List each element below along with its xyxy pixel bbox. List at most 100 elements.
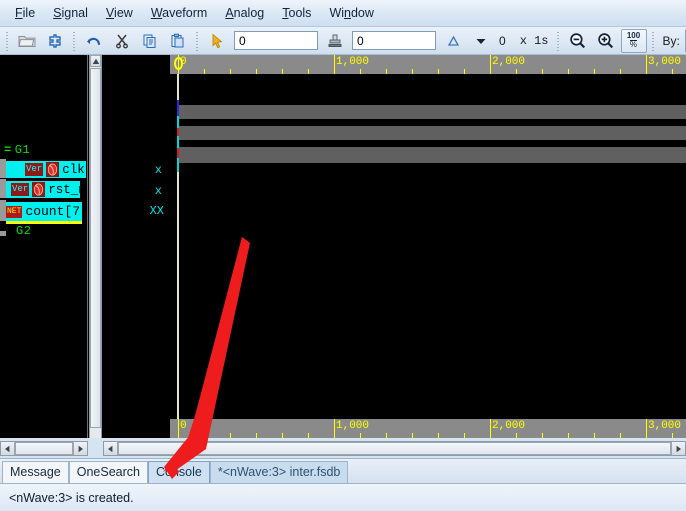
ruler-label-2000: 2,000 <box>492 56 526 68</box>
vertical-scroll-thumb[interactable] <box>90 68 101 428</box>
menu-signal[interactable]: Signal <box>44 2 97 24</box>
row-resize-grip[interactable] <box>0 231 6 236</box>
tab-message[interactable]: Message <box>2 461 69 483</box>
zoom-100-bottom: % <box>629 40 638 49</box>
menu-view-label: iew <box>114 6 133 20</box>
horizontal-scroll-track[interactable] <box>118 442 671 455</box>
toolbar-grip-2[interactable] <box>71 30 78 51</box>
row-resize-grip[interactable] <box>0 200 6 204</box>
delta-dropdown-icon[interactable] <box>468 29 494 53</box>
scroll-left-button[interactable] <box>1 442 15 455</box>
horizontal-scroll-track[interactable] <box>15 442 73 455</box>
menu-waveform-label: aveform <box>162 6 208 20</box>
horizontal-scroll-thumb[interactable] <box>15 442 73 455</box>
signal-badge-ver: Ver <box>11 183 30 196</box>
signal-row-rst-n[interactable]: Ver rst_n <box>0 181 86 198</box>
waveform-area: = G1 Ver clk Ver rst_n NET count[7:0] G2… <box>0 55 686 438</box>
ruler-label-1000: 1,000 <box>336 56 370 68</box>
waveform-trace-clk[interactable] <box>179 105 686 119</box>
delta-triangle-icon[interactable] <box>440 29 466 53</box>
egg-signal-icon <box>32 182 46 197</box>
zoom-out-icon[interactable] <box>565 29 591 53</box>
cursor-time-input[interactable] <box>234 31 318 50</box>
reload-waveform-icon[interactable] <box>42 29 68 53</box>
tab-onesearch[interactable]: OneSearch <box>68 461 148 483</box>
scroll-right-button[interactable] <box>73 442 87 455</box>
signal-indent <box>6 181 10 198</box>
menu-window[interactable]: Window <box>320 2 382 24</box>
menu-file[interactable]: File <box>6 2 44 24</box>
group-label-g1: G1 <box>14 143 31 157</box>
row-resize-grip[interactable] <box>0 179 6 183</box>
row-resize-grip[interactable] <box>0 159 6 163</box>
console-output-panel[interactable]: <nWave:3> is created. <box>0 483 686 511</box>
signal-row-clk[interactable]: Ver clk <box>0 161 86 178</box>
signal-badge-ver: Ver <box>25 163 44 176</box>
signal-value-count: XX <box>149 204 164 218</box>
toolbar-grip-5[interactable] <box>649 30 657 51</box>
by-label: By: <box>662 33 680 48</box>
ruler-label-3000-bottom: 3,000 <box>648 420 682 432</box>
menu-waveform[interactable]: Waveform <box>142 2 217 24</box>
waveform-canvas[interactable]: 0 1,000 2,000 3,000 0 1,000 2,000 3,000 <box>170 55 686 438</box>
waveform-trace-count[interactable] <box>179 147 686 163</box>
group-row-g1[interactable]: = G1 <box>4 143 30 157</box>
pointer-cursor-icon[interactable] <box>204 29 230 53</box>
time-ruler-top[interactable]: 0 1,000 2,000 3,000 <box>170 55 686 74</box>
undo-icon[interactable] <box>81 29 107 53</box>
horizontal-scroll-thumb[interactable] <box>118 442 671 455</box>
signal-value-pane[interactable]: x x XX <box>103 55 170 438</box>
cut-icon[interactable] <box>109 29 135 53</box>
signal-row-count[interactable]: NET count[7:0] <box>0 202 103 221</box>
toolbar-grip-1[interactable] <box>4 30 11 51</box>
time-unit-label: x 1s <box>519 33 549 48</box>
name-pane-horizontal-scrollbar[interactable] <box>0 441 88 456</box>
zoom-in-icon[interactable] <box>593 29 619 53</box>
menu-view[interactable]: View <box>97 2 142 24</box>
marker-time-input[interactable] <box>352 31 436 50</box>
signal-badge-net: NET <box>6 205 23 218</box>
menu-analog-label: nalog <box>233 6 265 20</box>
tab-console[interactable]: Console <box>147 461 210 483</box>
zoom-100-percent-icon[interactable]: 100 % <box>620 28 647 53</box>
signal-name-rst-n: rst_n <box>48 182 86 197</box>
waveform-trace-rst-n[interactable] <box>179 126 686 140</box>
paste-icon[interactable] <box>165 29 191 53</box>
zoom-100-top: 100 <box>626 31 641 40</box>
menu-window-label: dow <box>350 6 374 20</box>
ruler-label-2000-bottom: 2,000 <box>492 420 526 432</box>
toolbar-grip-4[interactable] <box>554 30 562 51</box>
menu-file-label: ile <box>22 6 36 20</box>
menu-tools-label: ools <box>288 6 312 20</box>
scroll-up-button[interactable] <box>90 55 101 67</box>
group-row-g2[interactable]: G2 <box>16 224 31 238</box>
menu-tools[interactable]: Tools <box>273 2 320 24</box>
signal-name-pane[interactable]: = G1 Ver clk Ver rst_n NET count[7:0] G2 <box>0 55 103 438</box>
copy-icon[interactable] <box>137 29 163 53</box>
open-folder-icon[interactable] <box>14 29 40 53</box>
signal-value-rst-n: x <box>154 184 162 198</box>
console-message: <nWave:3> is created. <box>9 490 134 505</box>
cursor-handle[interactable] <box>174 57 183 70</box>
cursor-line-segment <box>177 172 179 422</box>
group-expand-marker[interactable]: = <box>4 143 12 157</box>
menu-analog[interactable]: Analog <box>216 2 273 24</box>
signal-value-clk: x <box>154 163 162 177</box>
cursor-line-segment <box>177 74 179 100</box>
scroll-right-button[interactable] <box>671 442 685 455</box>
egg-signal-icon <box>46 162 60 177</box>
menu-signal-label: ignal <box>61 6 88 20</box>
ruler-label-0-bottom: 0 <box>180 420 187 432</box>
nwave-window: File Signal View Waveform Analog Tools W… <box>0 0 686 511</box>
toolbar-grip-3[interactable] <box>194 30 201 51</box>
main-toolbar: 0 x 1s 100 % By: <box>0 27 686 55</box>
group-label-g2: G2 <box>16 224 32 238</box>
delta-value: 0 <box>499 33 506 48</box>
signal-pane-vertical-scrollbar[interactable] <box>89 55 102 438</box>
ruler-label-3000: 3,000 <box>648 56 682 68</box>
waveform-horizontal-scrollbar[interactable] <box>103 441 686 456</box>
tab-inter-fsdb[interactable]: *<nWave:3> inter.fsdb <box>209 461 349 483</box>
scroll-left-button[interactable] <box>104 442 118 455</box>
marker-stamp-icon[interactable] <box>322 29 348 53</box>
time-ruler-bottom[interactable]: 0 1,000 2,000 3,000 <box>170 419 686 438</box>
